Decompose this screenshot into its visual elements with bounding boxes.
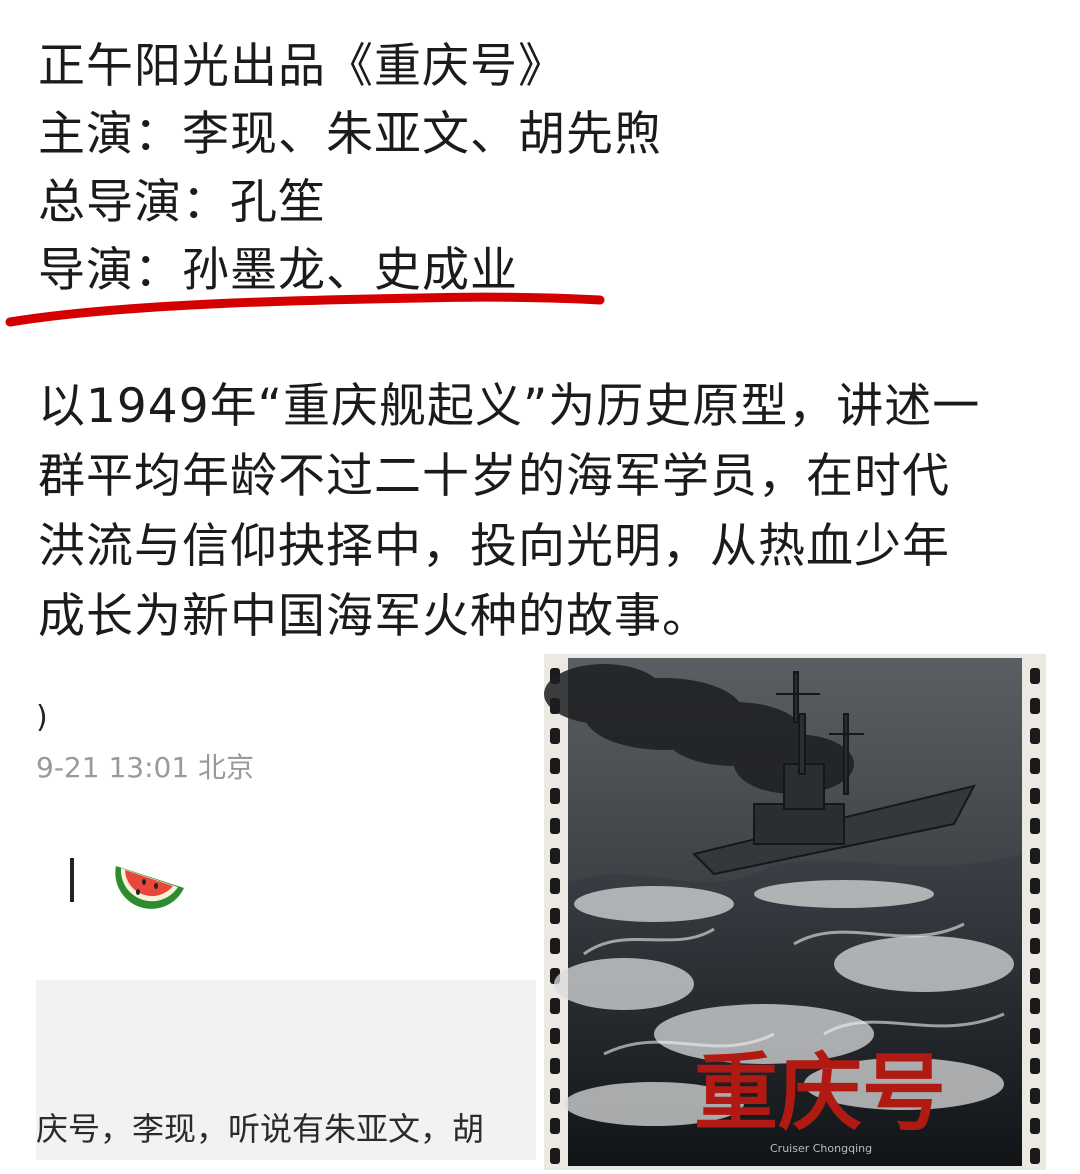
description-paragraph: 以1949年“重庆舰起义”为历史原型，讲述一 群平均年龄不过二十岁的海军学员，在…	[38, 372, 1048, 652]
chief-director-line: 总导演：孔笙	[38, 175, 326, 230]
poster-title: 重庆号	[694, 1043, 946, 1142]
watermelon-icon	[110, 848, 190, 922]
paragraph-line: 成长为新中国海军火种的故事。	[38, 589, 710, 644]
red-underline-annotation	[5, 292, 605, 327]
divider-bar	[70, 858, 74, 902]
partial-text: )	[36, 700, 48, 735]
film-sprocket-left	[550, 668, 560, 1164]
producer-line: 正午阳光出品《重庆号》	[38, 39, 566, 94]
poster-subtitle: Cruiser Chongqing	[770, 1142, 872, 1155]
paragraph-line: 以1949年“重庆舰起义”为历史原型，讲述一	[38, 379, 981, 434]
film-sprocket-right	[1030, 668, 1040, 1164]
embedded-screenshot: ) 9-21 13:01 北京 庆号，李现，听说有朱亚文，胡	[36, 660, 536, 1160]
paragraph-line: 群平均年龄不过二十岁的海军学员，在时代	[38, 449, 950, 504]
paragraph-line: 洪流与信仰抉择中，投向光明，从热血少年	[38, 519, 950, 574]
movie-poster: 重庆号 Cruiser Chongqing	[544, 654, 1046, 1170]
comment-text: 庆号，李现，听说有朱亚文，胡	[36, 1110, 485, 1148]
post-meta: 9-21 13:01 北京	[36, 751, 255, 784]
cast-line: 主演：李现、朱亚文、胡先煦	[38, 107, 662, 162]
